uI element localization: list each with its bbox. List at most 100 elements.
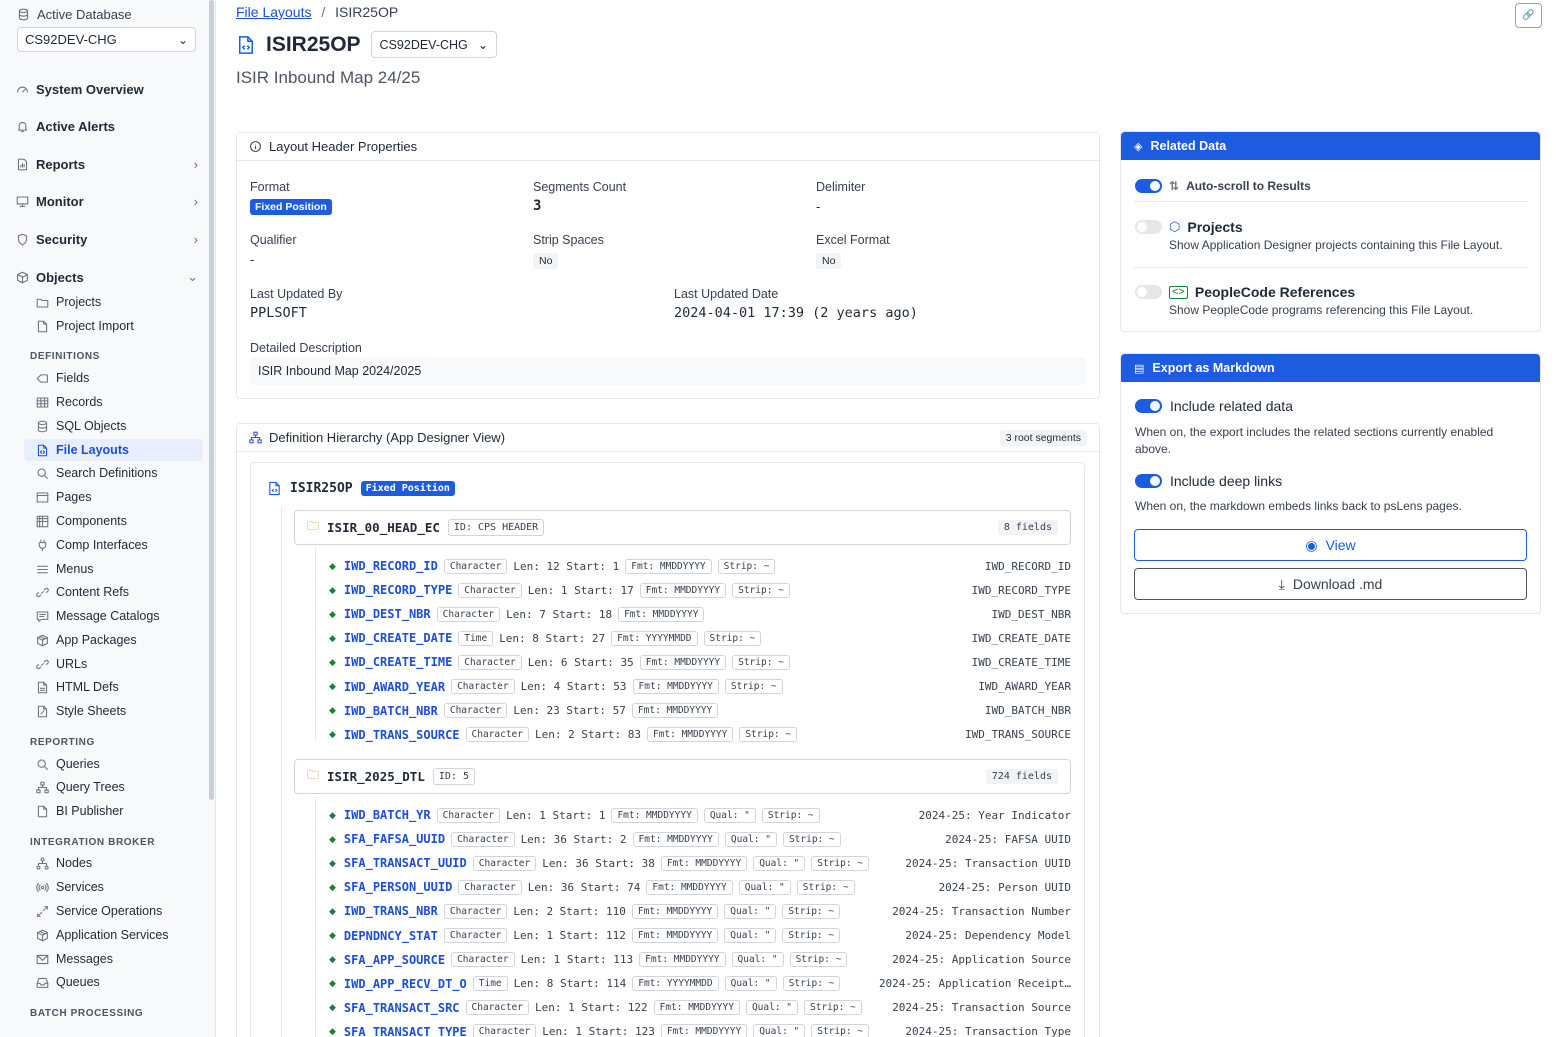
view-button[interactable]: ◉ View <box>1134 529 1527 561</box>
field-name-link[interactable]: IWD_DEST_NBR <box>344 607 431 621</box>
include-related-toggle[interactable] <box>1135 399 1162 413</box>
sidebar-item-records[interactable]: Records <box>36 395 103 409</box>
field-row[interactable]: ◆ IWD_APP_RECV_DT_O Time Len: 8 Start: 114 F… <box>329 974 1071 994</box>
field-name-link[interactable]: DEPNDNCY_STAT <box>344 929 438 943</box>
sidebar-item-pages[interactable]: Pages <box>36 490 91 504</box>
sidebar-item-sql-objects[interactable]: SQL Objects <box>36 419 126 433</box>
file-icon: ▤ <box>1134 362 1145 375</box>
sidebar-item-application-services[interactable]: Application Services <box>36 928 169 942</box>
sidebar-item-projects[interactable]: Projects <box>36 295 101 309</box>
sidebar-item-menus[interactable]: Menus <box>36 562 94 576</box>
sidebar-item-services[interactable]: Services <box>36 880 104 894</box>
field-row[interactable]: ◆ IWD_AWARD_YEAR Character Len: 4 Start: 53… <box>329 677 1071 697</box>
projects-toggle[interactable] <box>1135 220 1162 234</box>
field-row[interactable]: ◆ SFA_TRANSACT_SRC Character Len: 1 Start: … <box>329 998 1071 1018</box>
sidebar-item-fields[interactable]: Fields <box>36 371 89 385</box>
sidebar-item-comp-interfaces[interactable]: Comp Interfaces <box>36 538 148 552</box>
sidebar-item-query-trees[interactable]: Query Trees <box>36 780 125 794</box>
sidebar-item-search-definitions[interactable]: Search Definitions <box>36 466 157 480</box>
field-row[interactable]: ◆ IWD_TRANS_NBR Character Len: 2 Start: 110… <box>329 901 1071 921</box>
field-name-link[interactable]: IWD_AWARD_YEAR <box>344 680 445 694</box>
sidebar-item-content-refs[interactable]: Content Refs <box>36 585 129 599</box>
field-row[interactable]: ◆ IWD_CREATE_TIME Character Len: 6 Start: 3… <box>329 652 1071 672</box>
field-row[interactable]: ◆ SFA_APP_SOURCE Character Len: 1 Start: 11… <box>329 950 1071 970</box>
folder-icon: 🗀 <box>307 768 320 782</box>
field-row[interactable]: ◆ IWD_CREATE_DATE Time Len: 8 Start: 27 Fmt:… <box>329 628 1071 648</box>
sidebar-item-label: Query Trees <box>56 780 125 794</box>
field-row[interactable]: ◆ SFA_FAFSA_UUID Character Len: 36 Start: 2… <box>329 829 1071 849</box>
field-name-link[interactable]: IWD_BATCH_YR <box>344 808 431 822</box>
sidebar-item-components[interactable]: Components <box>36 514 127 528</box>
field-name-link[interactable]: SFA_TRANSACT_TYPE <box>344 1025 467 1037</box>
sidebar-item-html-defs[interactable]: HTML Defs <box>36 680 119 694</box>
field-qualifier-tag: Qual: " <box>753 855 806 871</box>
field-row[interactable]: ◆ IWD_RECORD_ID Character Len: 12 Start: 1 F… <box>329 556 1071 576</box>
tree-icon <box>36 781 49 794</box>
field-name-link[interactable]: IWD_CREATE_DATE <box>344 631 452 645</box>
sidebar-item-style-sheets[interactable]: Style Sheets <box>36 704 126 718</box>
breadcrumb-file-layouts-link[interactable]: File Layouts <box>236 4 311 20</box>
segment-node[interactable]: 🗀 ISIR_00_HEAD_EC ID: CPS HEADER 8 fields <box>294 510 1071 545</box>
last-updated-by-value: PPLSOFT <box>250 305 307 321</box>
sidebar-item-urls[interactable]: URLs <box>36 657 87 671</box>
field-marker-icon: ◆ <box>329 978 336 989</box>
field-row[interactable]: ◆ IWD_BATCH_YR Character Len: 1 Start: 1 Fmt… <box>329 805 1071 825</box>
field-strip-tag: Strip: ~ <box>782 903 841 919</box>
field-name-link[interactable]: SFA_PERSON_UUID <box>344 880 452 894</box>
cube-icon <box>16 271 29 284</box>
field-name-link[interactable]: IWD_RECORD_TYPE <box>344 583 452 597</box>
field-name-link[interactable]: IWD_RECORD_ID <box>344 559 438 573</box>
sidebar-item-nodes[interactable]: Nodes <box>36 856 92 870</box>
field-name-link[interactable]: IWD_BATCH_NBR <box>344 704 438 718</box>
field-name-link[interactable]: SFA_TRANSACT_SRC <box>344 1001 460 1015</box>
include-links-toggle[interactable] <box>1135 474 1162 488</box>
field-name-link[interactable]: SFA_TRANSACT_UUID <box>344 856 467 870</box>
sidebar-item-active-alerts[interactable]: Active Alerts <box>16 119 198 134</box>
sidebar-item-message-catalogs[interactable]: Message Catalogs <box>36 609 160 623</box>
sidebar-item-file-layouts[interactable]: File Layouts <box>24 439 203 461</box>
copy-link-button[interactable]: 🔗 <box>1515 3 1542 28</box>
sidebar-item-system-overview[interactable]: System Overview <box>16 82 198 97</box>
root-node[interactable]: ISIR25OP Fixed Position <box>267 481 455 496</box>
field-format-tag: Fmt: MMDDYYYY <box>631 703 719 719</box>
field-row[interactable]: ◆ SFA_PERSON_UUID Character Len: 36 Start: … <box>329 877 1071 897</box>
field-name-link[interactable]: SFA_FAFSA_UUID <box>344 832 445 846</box>
field-row[interactable]: ◆ DEPNDNCY_STAT Character Len: 1 Start: 112… <box>329 926 1071 946</box>
sidebar-item-objects[interactable]: Objects ⌄ <box>16 269 198 285</box>
chain-icon <box>36 658 49 671</box>
segment-node[interactable]: 🗀 ISIR_2025_DTL ID: 5 724 fields <box>294 759 1071 794</box>
sidebar-item-project-import[interactable]: Project Import <box>36 319 134 333</box>
sidebar-item-app-packages[interactable]: App Packages <box>36 633 137 647</box>
sidebar-scrollbar[interactable] <box>209 0 214 800</box>
sidebar-item-queries[interactable]: Queries <box>36 757 100 771</box>
field-row[interactable]: ◆ IWD_TRANS_SOURCE Character Len: 2 Start: … <box>329 725 1071 745</box>
sidebar-item-queues[interactable]: Queues <box>36 975 100 989</box>
field-name-link[interactable]: IWD_TRANS_SOURCE <box>344 728 460 742</box>
field-row[interactable]: ◆ IWD_BATCH_NBR Character Len: 23 Start: 57… <box>329 701 1071 721</box>
sidebar-item-service-operations[interactable]: Service Operations <box>36 904 162 918</box>
field-name-link[interactable]: IWD_APP_RECV_DT_O <box>344 977 467 991</box>
sidebar-item-reports[interactable]: Reports › <box>16 157 198 172</box>
field-name-link[interactable]: IWD_TRANS_NBR <box>344 904 438 918</box>
autoscroll-toggle[interactable] <box>1135 179 1162 193</box>
field-row[interactable]: ◆ SFA_TRANSACT_TYPE Character Len: 1 Start:… <box>329 1022 1071 1037</box>
download-md-button[interactable]: ⤓ Download .md <box>1134 568 1527 600</box>
field-strip-tag: Strip: ~ <box>789 952 848 968</box>
field-type-tag: Character <box>443 903 508 919</box>
plug-icon <box>36 539 49 552</box>
sidebar-item-messages[interactable]: Messages <box>36 952 113 966</box>
field-name-link[interactable]: IWD_CREATE_TIME <box>344 655 452 669</box>
peoplecode-toggle[interactable] <box>1135 285 1162 299</box>
database-select[interactable]: CS92DEV-CHG ⌄ <box>17 27 196 52</box>
sidebar-item-bi-publisher[interactable]: BI Publisher <box>36 804 123 818</box>
field-row[interactable]: ◆ IWD_RECORD_TYPE Character Len: 1 Start: 1… <box>329 580 1071 600</box>
field-name-link[interactable]: SFA_APP_SOURCE <box>344 953 445 967</box>
field-type-tag: Character <box>472 1024 537 1037</box>
sidebar-item-label: URLs <box>56 657 88 671</box>
sidebar-item-monitor[interactable]: Monitor › <box>16 194 198 209</box>
field-row[interactable]: ◆ IWD_DEST_NBR Character Len: 7 Start: 18 Fm… <box>329 604 1071 624</box>
sidebar-item-security[interactable]: Security › <box>16 232 198 247</box>
field-row[interactable]: ◆ SFA_TRANSACT_UUID Character Len: 36 Start… <box>329 853 1071 873</box>
environment-select[interactable]: CS92DEV-CHG ⌄ <box>370 31 498 58</box>
grid-icon <box>36 515 49 528</box>
